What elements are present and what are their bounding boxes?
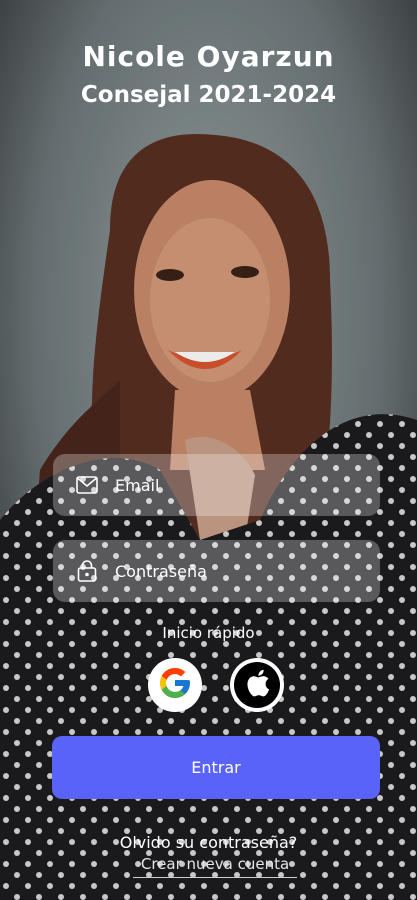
- google-login-button[interactable]: [148, 658, 202, 712]
- login-button[interactable]: Entrar: [52, 736, 380, 799]
- lock-icon: [75, 559, 99, 583]
- email-placeholder: Email: [115, 475, 160, 495]
- quick-login-label: Inicio rápido: [162, 624, 255, 642]
- create-account-link[interactable]: Crear nueva cuenta: [133, 855, 297, 878]
- google-icon: [157, 665, 193, 705]
- user-name: Nicole Oyarzun: [82, 40, 335, 73]
- apple-login-button[interactable]: [230, 658, 284, 712]
- forgot-password-link[interactable]: Olvido su contraseña?: [0, 833, 417, 852]
- mail-icon: [75, 473, 99, 497]
- password-placeholder: Contraseña: [115, 561, 207, 581]
- user-role: Consejal 2021-2024: [80, 82, 337, 108]
- login-screen: Nicole Oyarzun Consejal 2021-2024 Email …: [0, 0, 417, 900]
- apple-icon: [244, 668, 270, 702]
- email-field[interactable]: Email: [53, 454, 380, 516]
- password-field[interactable]: Contraseña: [53, 540, 380, 602]
